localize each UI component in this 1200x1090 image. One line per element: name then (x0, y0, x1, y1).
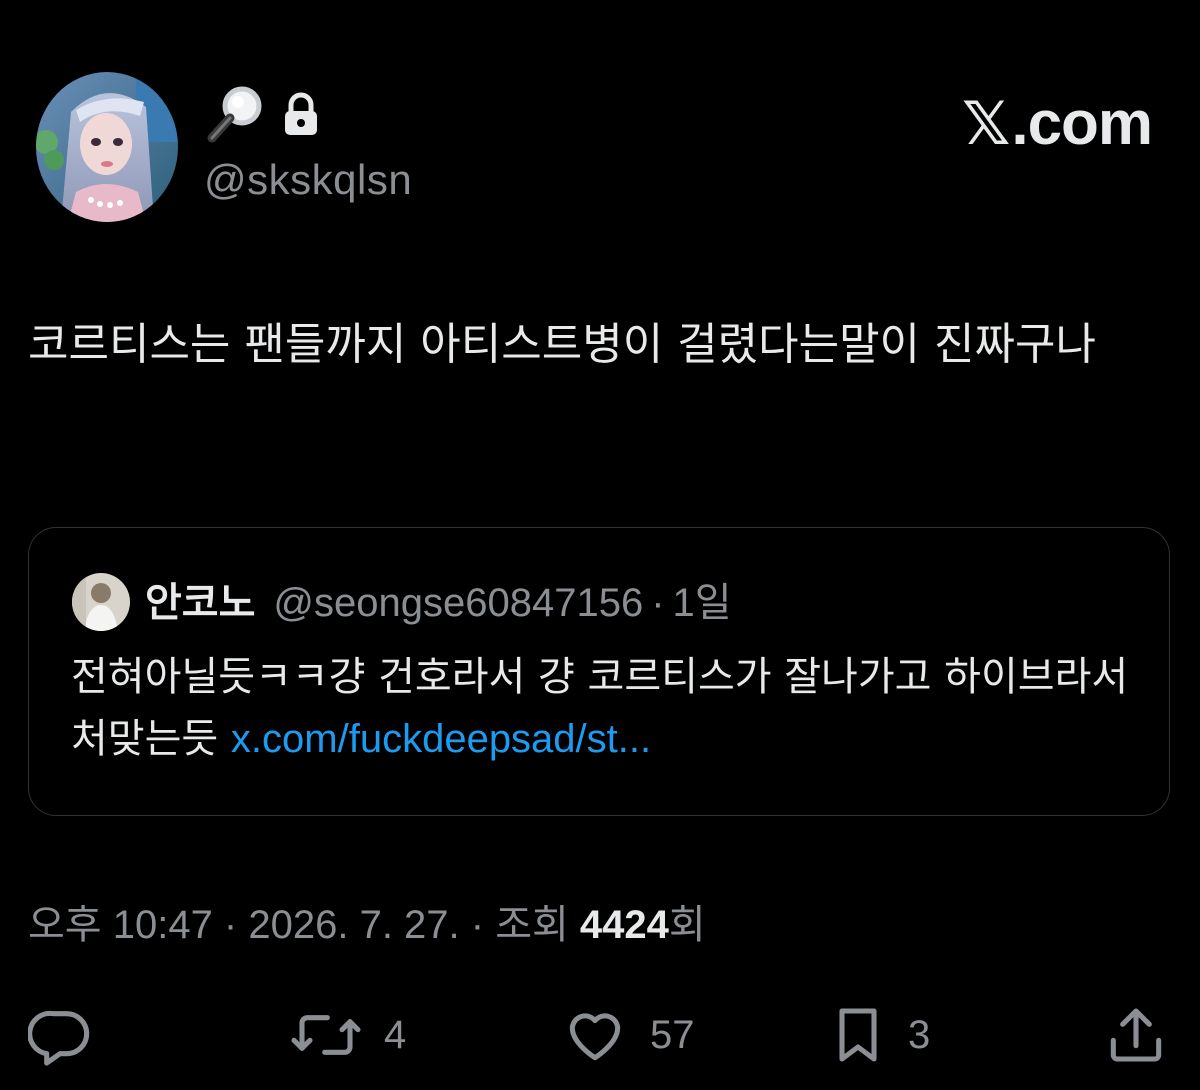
retweet-icon (290, 1003, 362, 1067)
author-handle[interactable]: @skskqlsn (204, 156, 412, 204)
quoted-tweet-card[interactable]: 안코노 @seongse60847156 · 1일 전혀아닐듯ㅋㅋ걍 건호라서 … (28, 527, 1170, 816)
reply-icon (28, 1003, 92, 1067)
author-avatar[interactable] (36, 72, 178, 222)
views-count[interactable]: 4424 (580, 903, 669, 947)
x-com-watermark: 𝕏 .com (962, 88, 1153, 159)
x-logo-icon: 𝕏 (962, 88, 1010, 159)
bookmark-button[interactable]: 3 (830, 995, 930, 1075)
brand-suffix: .com (1011, 89, 1153, 158)
magnifying-glass-icon (204, 82, 268, 151)
like-count: 57 (650, 1012, 695, 1057)
quoted-tweet-header: 안코노 @seongse60847156 · 1일 (145, 570, 732, 628)
share-button[interactable] (1106, 995, 1166, 1075)
quoted-author-handle[interactable]: @seongse60847156 (273, 581, 643, 626)
quoted-tweet-text: 전혀아닐듯ㅋㅋ걍 건호라서 걍 코르티스가 잘나가고 하이브라서 처맞는듯 x.… (71, 646, 1131, 770)
meta-separator: · (212, 903, 249, 947)
quoted-link[interactable]: x.com/fuckdeepsad/st... (231, 717, 651, 761)
meta-separator: · (459, 903, 496, 947)
lock-icon (282, 92, 320, 141)
quoted-separator: · (651, 581, 665, 625)
quoted-timestamp[interactable]: 1일 (673, 570, 732, 628)
heart-icon (562, 1003, 628, 1067)
tweet-text: 코르티스는 팬들까지 아티스트병이 걸렸다는말이 진짜구나 (28, 319, 1096, 370)
views-suffix: 회 (668, 903, 706, 947)
tweet-date[interactable]: 2026. 7. 27. (248, 903, 459, 947)
bookmark-count: 3 (908, 1012, 931, 1057)
views-prefix: 조회 (495, 903, 580, 947)
author-display-name[interactable] (204, 82, 320, 151)
bookmark-icon (830, 1003, 886, 1067)
retweet-button[interactable]: 4 (290, 995, 406, 1075)
share-icon (1106, 1003, 1166, 1067)
like-button[interactable]: 57 (562, 995, 695, 1075)
retweet-count: 4 (384, 1012, 407, 1057)
reply-button[interactable] (28, 995, 92, 1075)
quoted-author-avatar[interactable] (72, 573, 130, 631)
tweet-metadata: 오후 10:47 · 2026. 7. 27. · 조회 4424회 (28, 892, 706, 950)
quoted-author-name[interactable]: 안코노 (145, 570, 255, 628)
tweet-time[interactable]: 오후 10:47 (28, 903, 213, 947)
tweet-action-bar: 4 57 3 (0, 995, 1200, 1075)
